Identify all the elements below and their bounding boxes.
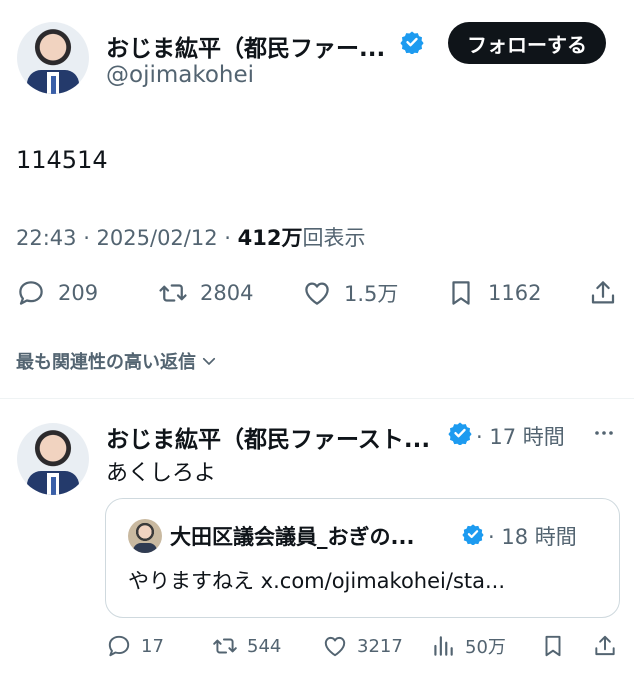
chevron-down-icon [202,357,216,365]
quote-author-avatar [128,519,162,553]
retweet-count: 2804 [200,281,254,305]
reply-share-button[interactable] [592,633,618,659]
reply-icon [108,635,130,657]
views-chart-icon [434,636,453,656]
bookmark-icon [452,281,470,305]
author-handle[interactable]: @ojimakohei [106,62,254,88]
reply-retweet-count: 544 [247,635,282,657]
divider [0,398,634,399]
more-options-icon[interactable] [592,421,616,445]
avatar-suit [133,543,157,553]
tweet-timestamp[interactable]: 22:43 · 2025/02/12 · [16,226,238,250]
share-icon [595,635,615,656]
share-button[interactable] [588,278,618,308]
reply-sort-label: 最も関連性の高い返信 [16,352,196,373]
reply-icon [19,281,43,305]
like-button[interactable]: 1.5万 [302,278,398,308]
verified-badge-icon [400,31,424,54]
reply-author-name[interactable]: おじま紘平（都民ファースト... [106,420,446,454]
bookmark-button[interactable]: 1162 [446,278,541,308]
quote-timestamp: · 18 時間 [488,525,577,549]
bookmark-count: 1162 [488,281,542,305]
follow-button[interactable]: フォローする [448,22,606,64]
reply-reply-count: 17 [141,635,164,657]
view-count: 412万 [237,226,303,250]
reply-like-count: 3217 [357,635,403,657]
retweet-icon [213,638,237,654]
tweet-text: 114514 [16,146,108,174]
reply-sort-dropdown[interactable]: 最も関連性の高い返信 [16,348,218,374]
bookmark-icon [545,635,561,657]
view-count-label: 回表示 [302,226,366,250]
reply-view-count: 50万 [465,637,506,658]
reply-text: あくしろよ [106,461,217,486]
avatar-tie [51,76,56,94]
like-count: 1.5万 [344,282,399,306]
verified-badge-icon [448,422,472,445]
author-name[interactable]: おじま紘平（都民ファー... [106,29,396,63]
reply-views-button[interactable]: 50万 [430,633,506,659]
quote-author-name: 大田区議会議員_おぎの... [170,525,415,549]
avatar-tie [51,477,56,495]
reply-bookmark-button[interactable] [540,633,566,659]
reply-reply-button[interactable]: 17 [106,633,164,659]
reply-count: 209 [58,281,99,305]
reply-timestamp[interactable]: · 17 時間 [476,421,565,451]
heart-icon [305,282,329,305]
heart-icon [324,636,346,657]
tweet-meta: 22:43 · 2025/02/12 · 412万回表示 [16,222,365,252]
reply-author-avatar[interactable] [17,423,89,495]
share-icon [591,281,615,304]
quote-text: やりますねえ x.com/ojimakohei/sta... [128,569,506,593]
verified-badge-icon [462,524,484,545]
quote-tweet-card[interactable]: 大田区議会議員_おぎの... · 18 時間 やりますねえ x.com/ojim… [105,498,620,618]
author-avatar[interactable] [17,22,89,94]
reply-button[interactable]: 209 [16,278,98,308]
retweet-icon [159,284,187,302]
retweet-button[interactable]: 2804 [158,278,253,308]
reply-retweet-button[interactable]: 544 [212,633,281,659]
reply-like-button[interactable]: 3217 [322,633,403,659]
